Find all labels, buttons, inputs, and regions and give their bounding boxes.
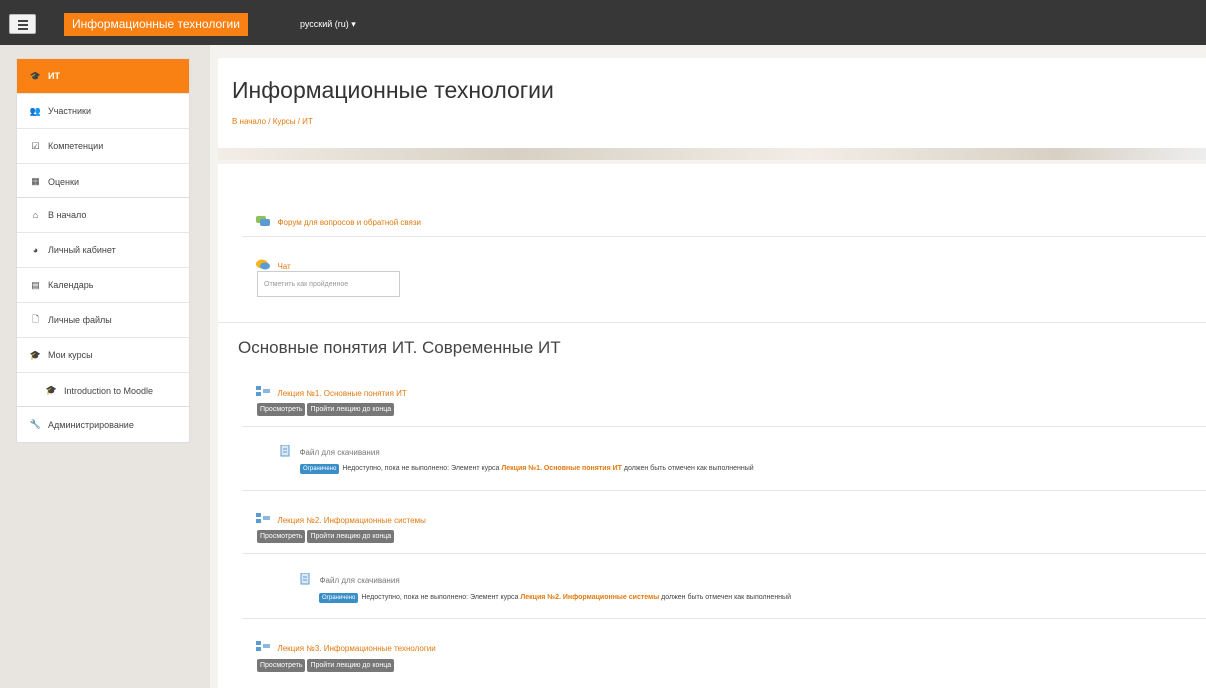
language-menu[interactable]: русский (ru) ▾ — [300, 13, 356, 36]
lesson-buttons: Просмотреть Пройти лекцию до конца — [257, 398, 396, 416]
page-title: Информационные технологии — [232, 77, 554, 103]
restriction-text: Недоступно, пока не выполнено: Элемент к… — [361, 594, 519, 601]
file-icon — [300, 572, 310, 585]
file-activity: Файл для скачивания — [278, 442, 380, 460]
restriction-text: должен быть отмечен как выполненный — [623, 465, 754, 472]
finish-lesson-button[interactable]: Пройти лекцию до конца — [307, 403, 395, 416]
restriction-text: должен быть отмечен как выполненный — [661, 594, 791, 601]
sidebar-item-label: Личный кабинет — [48, 245, 116, 255]
sidebar-item-label: Оценки — [48, 176, 79, 187]
sidebar-item-label: Компетенции — [48, 141, 104, 151]
graduation-cap-icon: 🎓 — [45, 385, 58, 395]
file-activity: Файл для скачивания — [298, 570, 400, 588]
sidebar-item-label: Мои курсы — [48, 350, 93, 360]
decorative-band — [218, 148, 1206, 160]
chat-link[interactable]: Чат — [277, 262, 290, 271]
sidebar-item-label: Личные файлы — [48, 315, 112, 325]
chat-icon — [256, 259, 270, 270]
restricted-badge: Ограничено — [300, 464, 340, 474]
restricted-badge: Ограничено — [319, 593, 359, 603]
divider — [242, 553, 1206, 554]
restriction-link[interactable]: Лекция №2. Информационные системы — [520, 594, 659, 601]
sidebar-item-calendar[interactable]: ▤ Календарь — [17, 268, 189, 303]
page-header: Информационные технологии В начало / Кур… — [218, 58, 1206, 148]
sidebar-item-my-courses[interactable]: 🎓 Мои курсы — [17, 338, 189, 373]
sidebar-item-course[interactable]: 🎓 ИТ — [17, 59, 189, 94]
checkbox-icon: ☑ — [31, 140, 40, 151]
table-icon: ▦ — [31, 176, 40, 186]
divider — [242, 618, 1206, 619]
top-navbar: Информационные технологии русский (ru) ▾ — [0, 0, 1206, 45]
sidebar-item-private-files[interactable]: 🗋 Личные файлы — [17, 303, 189, 338]
file-title: Файл для скачивания — [319, 576, 400, 585]
graduation-cap-icon: 🎓 — [29, 349, 42, 360]
course-nav-group: 🎓 ИТ 👥 Участники ☑ Компетенции ▦ Оценки — [16, 58, 190, 200]
restriction-info: Ограничено Недоступно, пока не выполнено:… — [300, 464, 754, 474]
sidebar-item-label: ИТ — [48, 71, 60, 81]
sidebar-item-intro-moodle[interactable]: 🎓 Introduction to Moodle — [17, 373, 189, 408]
course-content: Форум для вопросов и обратной связи Чат … — [218, 164, 1206, 688]
lesson-link[interactable]: Лекция №3. Информационные технологии — [277, 644, 435, 653]
sidebar-item-competencies[interactable]: ☑ Компетенции — [17, 129, 189, 164]
sidebar-item-grades[interactable]: ▦ Оценки — [17, 164, 189, 199]
restriction-info: Ограничено Недоступно, пока не выполнено:… — [319, 593, 791, 603]
sidebar-item-dashboard[interactable]: ◕ Личный кабинет — [17, 233, 189, 268]
restriction-link[interactable]: Лекция №1. Основные понятия ИТ — [501, 465, 622, 472]
sidebar-item-label: Introduction to Moodle — [64, 385, 154, 396]
divider — [242, 236, 1206, 237]
divider — [242, 490, 1206, 491]
view-button[interactable]: Просмотреть — [257, 659, 306, 672]
sidebar-item-administration[interactable]: 🔧 Администрирование — [17, 407, 189, 442]
breadcrumb[interactable]: В начало / Курсы / ИТ — [232, 117, 313, 126]
sidebar-item-home[interactable]: ⌂ В начало — [17, 198, 189, 233]
file-icon: 🗋 — [31, 314, 40, 324]
sidebar-item-label: В начало — [48, 210, 87, 220]
file-icon — [280, 444, 290, 457]
sidebar-item-label: Администрирование — [48, 419, 134, 430]
sidebar-item-label: Участники — [48, 106, 91, 116]
restriction-text: Недоступно, пока не выполнено: Элемент к… — [342, 465, 500, 472]
finish-lesson-button[interactable]: Пройти лекцию до конца — [307, 659, 395, 672]
main-nav-group: ⌂ В начало ◕ Личный кабинет ▤ Календарь … — [16, 197, 190, 409]
home-icon: ⌂ — [32, 210, 39, 220]
calendar-icon: ▤ — [31, 279, 40, 290]
wrench-icon: 🔧 — [29, 419, 42, 429]
lesson-icon — [256, 385, 270, 396]
lesson-link[interactable]: Лекция №1. Основные понятия ИТ — [277, 389, 406, 398]
forum-activity: Форум для вопросов и обратной связи — [256, 212, 421, 230]
view-button[interactable]: Просмотреть — [257, 403, 306, 416]
divider — [218, 322, 1206, 323]
sidebar-item-label: Календарь — [48, 280, 94, 290]
finish-lesson-button[interactable]: Пройти лекцию до конца — [307, 530, 395, 543]
lesson-buttons: Просмотреть Пройти лекцию до конца — [257, 525, 396, 543]
forum-icon — [256, 215, 270, 226]
lesson-buttons: Просмотреть Пройти лекцию до конца — [257, 654, 396, 672]
mark-complete-button[interactable]: Отметить как пройденное — [257, 271, 400, 297]
users-icon: 👥 — [29, 105, 42, 116]
file-title: Файл для скачивания — [299, 448, 380, 457]
lesson-icon — [256, 640, 270, 651]
nav-drawer: 🎓 ИТ 👥 Участники ☑ Компетенции ▦ Оценки … — [0, 45, 210, 688]
dashboard-icon: ◕ — [32, 245, 39, 255]
view-button[interactable]: Просмотреть — [257, 530, 306, 543]
forum-link[interactable]: Форум для вопросов и обратной связи — [277, 218, 421, 227]
menu-toggle-button[interactable] — [9, 14, 36, 34]
divider — [242, 426, 1206, 427]
admin-nav-group: 🔧 Администрирование — [16, 406, 190, 443]
site-name-link[interactable]: Информационные технологии — [64, 13, 248, 36]
lesson-link[interactable]: Лекция №2. Информационные системы — [277, 516, 425, 525]
sidebar-item-participants[interactable]: 👥 Участники — [17, 94, 189, 129]
graduation-cap-icon: 🎓 — [29, 70, 42, 81]
lesson-icon — [256, 512, 270, 523]
section-title: Основные понятия ИТ. Современные ИТ — [238, 338, 561, 357]
main-region: Информационные технологии В начало / Кур… — [218, 58, 1206, 688]
